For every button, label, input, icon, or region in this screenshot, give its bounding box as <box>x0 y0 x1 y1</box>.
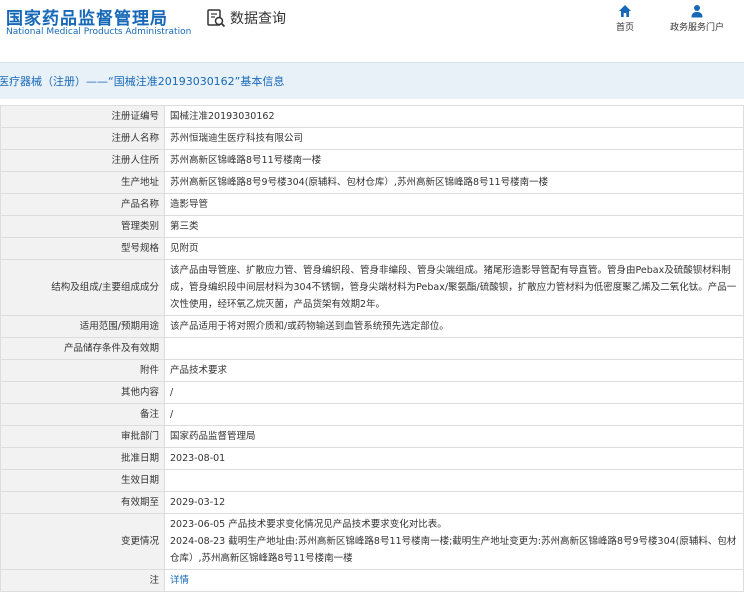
field-value: / <box>164 381 744 404</box>
table-row: 附件 产品技术要求 <box>0 359 744 382</box>
table-row: 有效期至 2029-03-12 <box>0 491 744 514</box>
field-value: 2023-08-01 <box>164 447 744 470</box>
field-value: 国械注准20193030162 <box>164 105 744 128</box>
search-document-icon <box>207 9 226 28</box>
field-label: 结构及组成/主要组成成分 <box>0 259 165 316</box>
field-label: 生产地址 <box>0 171 165 194</box>
site-header: 国家药品监督管理局 National Medical Products Admi… <box>0 0 744 62</box>
record-title-banner: 医疗器械（注册）——“国械注准20193030162”基本信息 <box>0 62 744 99</box>
field-label: 变更情况 <box>0 513 165 570</box>
field-label: 有效期至 <box>0 491 165 514</box>
field-label: 批准日期 <box>0 447 165 470</box>
field-value: 苏州高新区锦峰路8号11号楼南一楼 <box>164 149 744 172</box>
field-label: 其他内容 <box>0 381 165 404</box>
field-value: 国家药品监督管理局 <box>164 425 744 448</box>
table-row: 结构及组成/主要组成成分 该产品由导管座、扩散应力管、管身编织段、管身非编段、管身… <box>0 259 744 316</box>
field-label: 备注 <box>0 403 165 426</box>
field-label: 注册人住所 <box>0 149 165 172</box>
table-row: 注册人名称 苏州恒瑞迪生医疗科技有限公司 <box>0 127 744 150</box>
field-label: 产品名称 <box>0 193 165 216</box>
table-row: 注册证编号 国械注准20193030162 <box>0 105 744 128</box>
field-value: 造影导管 <box>164 193 744 216</box>
table-row: 其他内容 / <box>0 381 744 404</box>
table-row: 适用范围/预期用途 该产品适用于将对照介质和/或药物输送到血管系统预先选定部位。 <box>0 315 744 338</box>
table-row: 审批部门 国家药品监督管理局 <box>0 425 744 448</box>
field-value: 产品技术要求 <box>164 359 744 382</box>
field-value: 2023-06-05 产品技术要求变化情况见产品技术要求变化对比表。 2024-… <box>164 513 744 570</box>
field-label: 适用范围/预期用途 <box>0 315 165 338</box>
field-value <box>164 337 744 360</box>
field-value: 2029-03-12 <box>164 491 744 514</box>
home-icon <box>619 5 631 17</box>
field-value: 详情 <box>164 569 744 592</box>
table-row: 型号规格 见附页 <box>0 237 744 260</box>
nav-home-button[interactable]: 首页 <box>616 4 634 33</box>
table-row: 备注 / <box>0 403 744 426</box>
data-query-title: 数据查询 <box>206 8 286 28</box>
field-label: 注 <box>0 569 165 592</box>
field-value: 见附页 <box>164 237 744 260</box>
table-row: 注册人住所 苏州高新区锦峰路8号11号楼南一楼 <box>0 149 744 172</box>
table-row: 产品名称 造影导管 <box>0 193 744 216</box>
nav-home-label: 首页 <box>616 23 635 33</box>
table-row: 生产地址 苏州高新区锦峰路8号9号楼304(原辅料、包材仓库）,苏州高新区锦峰路8… <box>0 171 744 194</box>
record-title: 医疗器械（注册）——“国械注准20193030162”基本信息 <box>0 75 285 88</box>
table-row: 批准日期 2023-08-01 <box>0 447 744 470</box>
field-label: 注册证编号 <box>0 105 165 128</box>
field-label: 型号规格 <box>0 237 165 260</box>
field-value <box>164 469 744 492</box>
field-label: 生效日期 <box>0 469 165 492</box>
field-label: 附件 <box>0 359 165 382</box>
field-value: / <box>164 403 744 426</box>
query-title-text: 数据查询 <box>230 11 286 27</box>
details-link[interactable]: 详情 <box>170 575 189 586</box>
table-row: 注详情 <box>0 569 744 592</box>
nav-portal-label: 政务服务门户 <box>670 23 725 33</box>
nav-portal-button[interactable]: 政务服务门户 <box>670 4 724 33</box>
table-row: 产品储存条件及有效期 <box>0 337 744 360</box>
field-value: 该产品由导管座、扩散应力管、管身编织段、管身非编段、管身尖端组成。猪尾形造影导管… <box>164 259 744 316</box>
site-logo-cn[interactable]: 国家药品监督管理局 <box>6 4 168 29</box>
field-value: 苏州恒瑞迪生医疗科技有限公司 <box>164 127 744 150</box>
field-value: 该产品适用于将对照介质和/或药物输送到血管系统预先选定部位。 <box>164 315 744 338</box>
user-icon <box>691 5 703 18</box>
field-label: 产品储存条件及有效期 <box>0 337 165 360</box>
site-logo-en: National Medical Products Administration <box>6 27 192 37</box>
table-row: 管理类别 第三类 <box>0 215 744 238</box>
field-value: 苏州高新区锦峰路8号9号楼304(原辅料、包材仓库）,苏州高新区锦峰路8号11号… <box>164 171 744 194</box>
field-label: 管理类别 <box>0 215 165 238</box>
field-value: 第三类 <box>164 215 744 238</box>
registration-info-table: 注册证编号 国械注准20193030162 注册人名称 苏州恒瑞迪生医疗科技有限公司注… <box>0 105 744 592</box>
field-label: 审批部门 <box>0 425 165 448</box>
field-label: 注册人名称 <box>0 127 165 150</box>
table-row: 生效日期 <box>0 469 744 492</box>
table-row: 变更情况 2023-06-05 产品技术要求变化情况见产品技术要求变化对比表。 2… <box>0 513 744 570</box>
